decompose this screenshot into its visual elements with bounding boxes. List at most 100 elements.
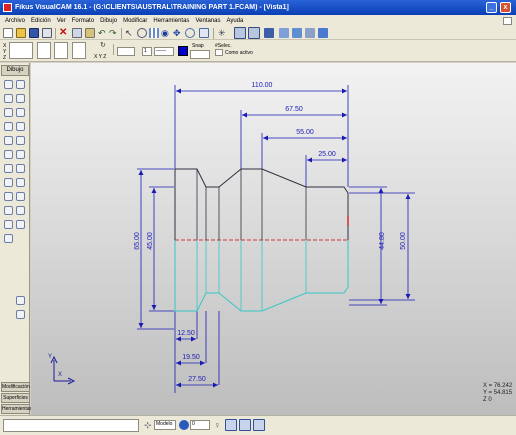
coordinate-input[interactable] [9,42,33,59]
coordinate-input-3[interactable] [54,42,68,59]
menu-formato[interactable]: Formato [69,18,97,24]
drawing-canvas[interactable]: 110.00 67.50 55.00 25.00 65.00 45.00 44.… [31,63,516,415]
menu-ayuda[interactable]: Ayuda [223,18,246,24]
toggle-view-2-icon[interactable] [239,419,251,431]
tab-dibujo[interactable]: Dibujo [1,65,29,76]
tool-snap-icon[interactable] [4,234,13,243]
toggle-view-1-icon[interactable] [225,419,237,431]
layers-icon[interactable] [199,28,209,38]
dim-65: 65.00 [134,232,141,250]
dim-45: 45.00 [147,232,154,250]
tool-trim-icon[interactable] [4,164,13,173]
menu-dibujo[interactable]: Dibujo [97,18,120,24]
dim-50: 50.00 [400,232,407,250]
pan-icon[interactable]: ✥ [173,28,183,38]
menu-herramientas[interactable]: Herramientas [150,18,192,24]
coordinate-input-2[interactable] [37,42,51,59]
tool-polyline-icon[interactable] [4,94,13,103]
tool-layer-icon[interactable] [16,220,25,229]
tool-mirror-icon[interactable] [4,206,13,215]
undo-icon[interactable]: ↶ [98,28,108,38]
tool-block-icon[interactable] [16,192,25,201]
tool-arc-icon[interactable] [16,94,25,103]
light-icon[interactable]: ✳ [218,28,228,38]
color-swatch[interactable] [178,46,188,56]
como-activo-checkbox[interactable] [215,49,223,56]
new-file-icon[interactable] [3,28,13,38]
dim-19-5: 19.50 [182,354,200,361]
tab-superficies[interactable]: Superficies [1,393,30,403]
tool-measure-icon[interactable] [4,220,13,229]
measure-tool-icon[interactable] [248,27,260,39]
select-pointer-icon[interactable]: ↖ [125,28,135,38]
copy-icon[interactable] [72,28,82,38]
window-title: Fikus VisualCAM 16.1 - (G:\CLIENTS\AUSTR… [15,4,289,11]
menu-modificar[interactable]: Modificar [120,18,150,24]
como-activo-label: Como activo [225,50,253,56]
zoom-icon[interactable] [137,28,147,38]
paste-icon[interactable] [85,28,95,38]
tool-dimension-radial-icon[interactable] [16,310,25,319]
model-select[interactable]: Modelo [154,420,176,430]
tool-offset-icon[interactable] [16,150,25,159]
menu-edicion[interactable]: Edición [28,18,54,24]
simulation-icon[interactable] [305,28,315,38]
tool-circle-icon[interactable] [4,108,13,117]
print-icon[interactable] [42,28,52,38]
tool-dimension-linear-icon[interactable] [16,296,25,305]
coord-x-readout: X = 76.242 [483,383,513,389]
axis-x-label: X [58,372,62,378]
line-style-select[interactable]: —— [154,47,174,56]
tool-fillet-icon[interactable] [16,136,25,145]
delete-x-icon[interactable]: ✕ [59,28,69,38]
mirror-section-lines [196,240,307,311]
machine-icon[interactable] [279,28,289,38]
close-button[interactable]: x [500,2,511,13]
render-icon[interactable] [264,28,274,38]
tool-line-icon[interactable] [16,80,25,89]
postprocess-icon[interactable] [318,28,328,38]
restore-icon[interactable] [503,16,512,25]
rotate-icon[interactable]: ↻ [100,42,108,50]
menu-archivo[interactable]: Archivo [2,18,28,24]
dim-55: 55.00 [296,129,314,136]
tab-modificacion[interactable]: Modificación [1,382,30,392]
tool-array-icon[interactable] [16,206,25,215]
rotate-view-icon[interactable]: ◉ [161,28,171,38]
toggle-view-3-icon[interactable] [253,419,265,431]
tool-point-icon[interactable] [4,80,13,89]
menu-ventanas[interactable]: Ventanas [192,18,223,24]
coord-z-label: Z [3,55,7,61]
part-section-lines [196,169,307,240]
layer-select[interactable]: 0 [190,420,210,430]
tool-chamfer-icon[interactable] [4,150,13,159]
tool-dimension-icon[interactable] [16,178,25,187]
coordinate-input-4[interactable] [72,42,86,59]
snap-input[interactable] [190,50,210,59]
active-tool-icon[interactable] [234,27,246,39]
command-input[interactable] [3,419,139,432]
toolpath-icon[interactable] [292,28,302,38]
tab-herramientas[interactable]: Herramientas [1,404,32,414]
grid-icon[interactable] [149,28,159,38]
line-width-select[interactable]: 1 [142,47,152,56]
tool-rectangle-icon[interactable] [4,122,13,131]
tool-spline-icon[interactable] [4,136,13,145]
tool-ellipse-icon[interactable] [16,108,25,117]
model-space-icon: ⊹ [144,420,152,430]
tool-polygon-icon[interactable] [16,122,25,131]
save-icon[interactable] [29,28,39,38]
minimize-button[interactable]: _ [486,2,497,13]
tool-text-icon[interactable] [4,178,13,187]
menu-ver[interactable]: Ver [54,18,69,24]
tool-extend-icon[interactable] [16,164,25,173]
line-color-field[interactable] [117,47,135,56]
open-folder-icon[interactable] [16,28,26,38]
view-cube-icon[interactable] [185,28,195,38]
tool-hatch-icon[interactable] [4,192,13,201]
toolbar-separator [55,28,56,39]
redo-icon[interactable]: ↷ [109,28,119,38]
pin-icon[interactable]: ♀ [214,420,224,430]
dim-27-5: 27.50 [188,376,206,383]
origin-axis-icon [50,355,76,385]
